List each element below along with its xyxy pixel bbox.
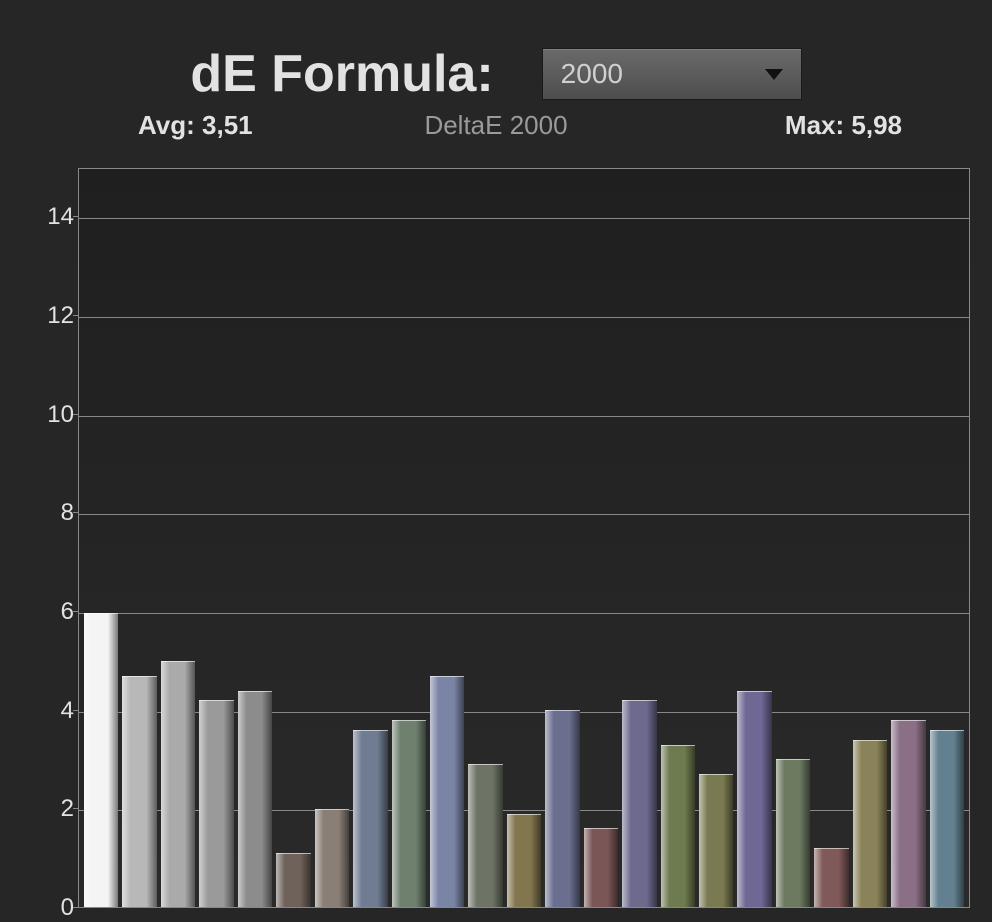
avg-label: Avg: 3,51 (138, 110, 253, 141)
bar (507, 814, 541, 907)
bar (776, 759, 810, 907)
plot-area (78, 168, 970, 908)
bar (353, 730, 387, 907)
bars-container (79, 169, 969, 907)
y-tick-label: 4 (28, 697, 74, 725)
y-tick-label: 12 (28, 302, 74, 330)
bar (468, 764, 502, 907)
y-tick-label: 0 (28, 894, 74, 922)
bar (661, 745, 695, 907)
bar (392, 720, 426, 907)
bar (545, 710, 579, 907)
bar (161, 661, 195, 907)
formula-dropdown[interactable]: 2000 (542, 48, 802, 100)
bar (891, 720, 925, 907)
chart-subtitle: DeltaE 2000 (424, 110, 567, 141)
bar (737, 691, 771, 907)
bar (930, 730, 964, 907)
bar (276, 853, 310, 907)
bar (84, 613, 118, 907)
formula-dropdown-value: 2000 (561, 58, 765, 90)
bar (699, 774, 733, 907)
page-title: dE Formula: (190, 44, 493, 104)
max-label: Max: 5,98 (785, 110, 902, 141)
bar (430, 676, 464, 907)
bar (199, 700, 233, 907)
bar (238, 691, 272, 907)
y-tick-label: 2 (28, 795, 74, 823)
y-tick-label: 10 (28, 401, 74, 429)
bar (122, 676, 156, 907)
bar (814, 848, 848, 907)
y-tick-label: 6 (28, 598, 74, 626)
bar (315, 809, 349, 907)
bar (622, 700, 656, 907)
y-tick-label: 8 (28, 499, 74, 527)
y-tick-label: 14 (28, 203, 74, 231)
chart: 02468101214 (28, 168, 970, 908)
bar (584, 828, 618, 907)
bar (853, 740, 887, 907)
chevron-down-icon (765, 69, 783, 80)
